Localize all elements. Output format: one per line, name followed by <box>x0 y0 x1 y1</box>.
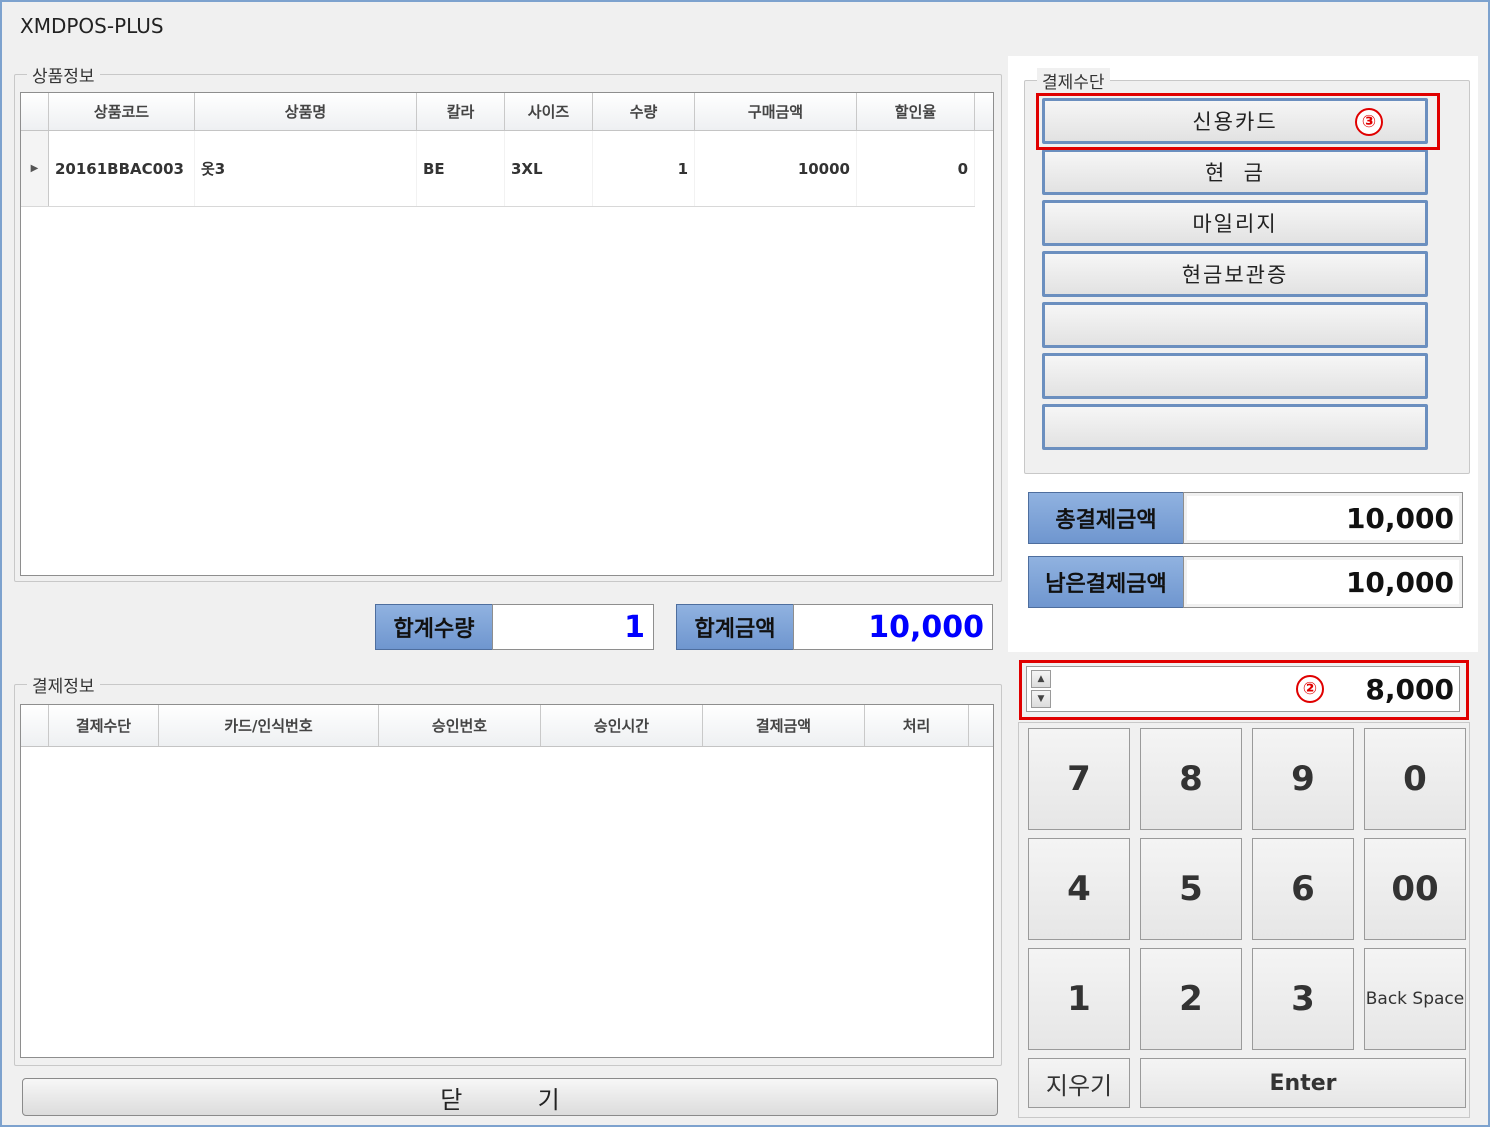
pos-window: XMDPOS-PLUS 상품정보 상품코드 상품명 칼라 사이즈 수량 구매금액… <box>0 0 1490 1127</box>
key-6[interactable]: 6 <box>1252 838 1354 940</box>
product-grid-header: 상품코드 상품명 칼라 사이즈 수량 구매금액 할인율 <box>21 93 993 131</box>
col-header-amount[interactable]: 구매금액 <box>695 93 857 130</box>
total-qty-label: 합계수량 <box>375 604 493 650</box>
col-header-discount[interactable]: 할인율 <box>857 93 975 130</box>
highlight-box-amount-input <box>1019 660 1469 720</box>
col-header-product-code[interactable]: 상품코드 <box>49 93 195 130</box>
col-header-card-number[interactable]: 카드/인식번호 <box>159 705 379 746</box>
col-header-payment-amount[interactable]: 결제금액 <box>703 705 865 746</box>
step-marker-2: ② <box>1296 675 1324 703</box>
key-8[interactable]: 8 <box>1140 728 1242 830</box>
key-3[interactable]: 3 <box>1252 948 1354 1050</box>
row-header-corner <box>21 705 49 746</box>
cell-color[interactable]: BE <box>417 131 505 206</box>
key-00[interactable]: 00 <box>1364 838 1466 940</box>
cell-discount[interactable]: 0 <box>857 131 975 206</box>
key-7[interactable]: 7 <box>1028 728 1130 830</box>
cell-product-code[interactable]: 20161BBAC003 <box>49 131 195 206</box>
col-header-size[interactable]: 사이즈 <box>505 93 593 130</box>
col-header-process[interactable]: 처리 <box>865 705 969 746</box>
total-payment-label: 총결제금액 <box>1028 492 1184 544</box>
payment-method-button-5[interactable] <box>1042 302 1428 348</box>
payment-method-label: 결제수단 <box>1037 68 1110 93</box>
key-5[interactable]: 5 <box>1140 838 1242 940</box>
remaining-payment-label: 남은결제금액 <box>1028 556 1184 608</box>
key-4[interactable]: 4 <box>1028 838 1130 940</box>
step-marker-3: ③ <box>1355 108 1383 136</box>
payment-method-button-7[interactable] <box>1042 404 1428 450</box>
mileage-button[interactable]: 마일리지 <box>1042 200 1428 246</box>
cell-amount[interactable]: 10000 <box>695 131 857 206</box>
product-grid[interactable]: 상품코드 상품명 칼라 사이즈 수량 구매금액 할인율 ▶ 20161BBAC0… <box>20 92 994 576</box>
payment-grid[interactable]: 결제수단 카드/인식번호 승인번호 승인시간 결제금액 처리 <box>20 704 994 1058</box>
row-header-corner <box>21 93 49 130</box>
col-header-method[interactable]: 결제수단 <box>49 705 159 746</box>
col-header-approval-time[interactable]: 승인시간 <box>541 705 703 746</box>
payment-method-button-6[interactable] <box>1042 353 1428 399</box>
cash-voucher-button[interactable]: 현금보관증 <box>1042 251 1428 297</box>
close-button[interactable]: 닫 기 <box>22 1078 998 1116</box>
total-payment-value: 10,000 <box>1183 492 1463 544</box>
total-amount-label: 합계금액 <box>676 604 794 650</box>
table-row[interactable]: ▶ 20161BBAC003 옷3 BE 3XL 1 10000 0 <box>21 131 975 207</box>
col-header-qty[interactable]: 수량 <box>593 93 695 130</box>
remaining-payment-value: 10,000 <box>1183 556 1463 608</box>
cell-qty[interactable]: 1 <box>593 131 695 206</box>
key-0[interactable]: 0 <box>1364 728 1466 830</box>
col-header-filler <box>969 705 993 746</box>
key-1[interactable]: 1 <box>1028 948 1130 1050</box>
col-header-approval-number[interactable]: 승인번호 <box>379 705 541 746</box>
enter-button[interactable]: Enter <box>1140 1058 1466 1108</box>
product-info-label: 상품정보 <box>27 62 100 87</box>
window-title: XMDPOS-PLUS <box>20 14 164 38</box>
total-amount-value: 10,000 <box>793 604 993 650</box>
col-header-filler <box>975 93 993 130</box>
total-qty-value: 1 <box>492 604 654 650</box>
payment-grid-header: 결제수단 카드/인식번호 승인번호 승인시간 결제금액 처리 <box>21 705 993 747</box>
payment-info-label: 결제정보 <box>27 672 100 697</box>
row-selector-icon: ▶ <box>21 131 49 206</box>
col-header-color[interactable]: 칼라 <box>417 93 505 130</box>
col-header-product-name[interactable]: 상품명 <box>195 93 417 130</box>
key-2[interactable]: 2 <box>1140 948 1242 1050</box>
cell-product-name[interactable]: 옷3 <box>195 131 417 206</box>
cell-size[interactable]: 3XL <box>505 131 593 206</box>
key-backspace[interactable]: Back Space <box>1364 948 1466 1050</box>
cash-button[interactable]: 현 금 <box>1042 149 1428 195</box>
key-9[interactable]: 9 <box>1252 728 1354 830</box>
clear-button[interactable]: 지우기 <box>1028 1058 1130 1108</box>
